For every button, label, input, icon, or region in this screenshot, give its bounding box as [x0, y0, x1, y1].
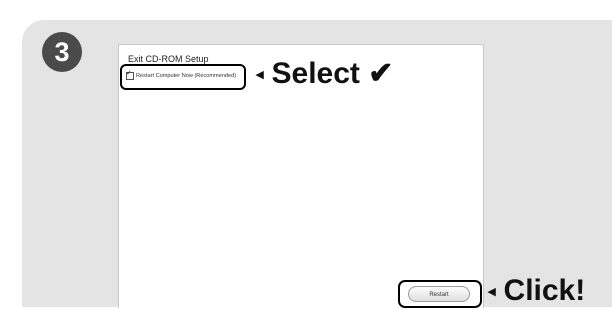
step-number-badge: 3 [42, 32, 82, 72]
select-callout: ◂ Select ✔ [256, 56, 393, 92]
click-callout-text: Click! [503, 274, 586, 307]
left-arrow-icon: ◂ [488, 283, 496, 300]
instruction-figure: 3 Exit CD-ROM Setup ✓ Restart Computer N… [0, 0, 612, 309]
select-highlight-frame [120, 64, 246, 90]
click-callout: ◂ Click! [488, 273, 585, 309]
restart-highlight-frame [398, 280, 482, 308]
left-arrow-icon: ◂ [256, 66, 264, 83]
select-callout-text: Select ✔ [271, 57, 394, 90]
window-title: Exit CD-ROM Setup [128, 54, 209, 64]
